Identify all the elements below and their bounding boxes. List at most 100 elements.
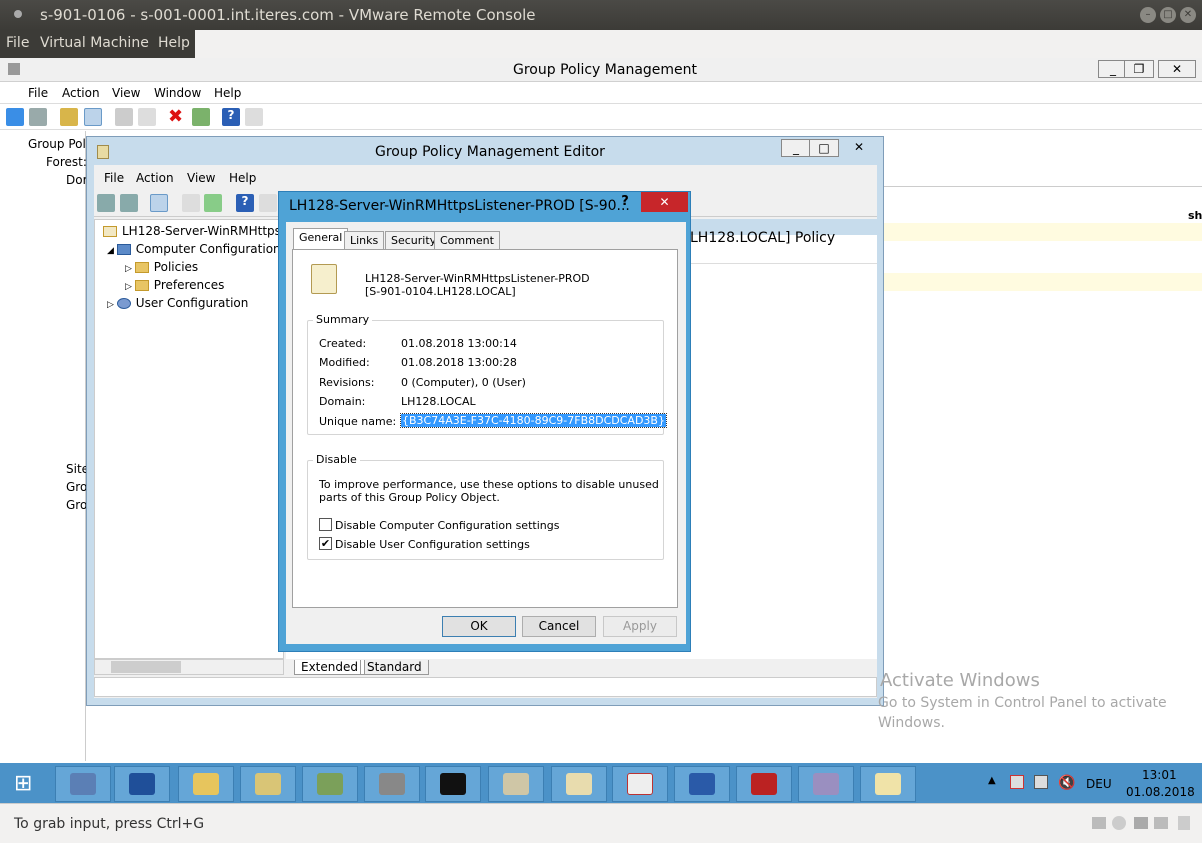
vm-title-bar: s-901-0106 - s-001-0001.int.iteres.com -… xyxy=(0,0,1202,30)
view-icon[interactable] xyxy=(259,194,277,212)
editor-view-tabs: Extended Standard xyxy=(290,659,430,677)
cd-icon[interactable] xyxy=(1112,816,1126,830)
gpo-name: LH128-Server-WinRMHttpsListener-PROD xyxy=(365,272,590,285)
vm-menu-help[interactable]: Help xyxy=(158,35,190,51)
tree-item-group-1[interactable]: Gro xyxy=(66,480,87,494)
language-indicator[interactable]: DEU xyxy=(1086,777,1112,791)
tab-standard[interactable]: Standard xyxy=(360,660,429,675)
tab-extended[interactable]: Extended xyxy=(294,660,365,675)
network-icon[interactable] xyxy=(1010,775,1024,789)
editor-menu-help[interactable]: Help xyxy=(229,171,256,185)
dialog-help-button[interactable]: ? xyxy=(610,192,640,212)
back-arrow-icon[interactable] xyxy=(6,108,24,126)
help-icon[interactable]: ? xyxy=(222,108,240,126)
close-icon[interactable]: ✕ xyxy=(1180,7,1196,23)
editor-menubar: File Action View Help xyxy=(94,165,877,189)
collapse-arrow-icon[interactable]: ▷ xyxy=(125,264,135,274)
taskbar-explorer[interactable] xyxy=(178,766,234,802)
show-tree-icon[interactable] xyxy=(84,108,102,126)
app-icon xyxy=(813,773,839,795)
tab-comment[interactable]: Comment xyxy=(434,231,500,250)
tree-root-gpo[interactable]: LH128-Server-WinRMHttpsList xyxy=(103,224,302,238)
apply-button[interactable]: Apply xyxy=(603,616,677,637)
hdd-icon[interactable] xyxy=(1092,817,1106,829)
usb-icon[interactable] xyxy=(1178,816,1190,830)
properties-icon[interactable] xyxy=(245,108,263,126)
forward-arrow-icon[interactable] xyxy=(29,108,47,126)
taskbar-app-12[interactable] xyxy=(736,766,792,802)
editor-menu-view[interactable]: View xyxy=(187,171,215,185)
taskbar-app-5[interactable] xyxy=(302,766,358,802)
gpm-menu-file[interactable]: File xyxy=(28,86,48,100)
taskbar-app-14[interactable] xyxy=(860,766,916,802)
properties-icon[interactable] xyxy=(182,194,200,212)
minimize-icon[interactable]: – xyxy=(1140,7,1156,23)
tab-links[interactable]: Links xyxy=(344,231,385,250)
tree-item-policies[interactable]: ▷ Policies xyxy=(125,260,198,274)
tree-item-forest[interactable]: Forest: xyxy=(46,155,87,169)
gpm-menu-help[interactable]: Help xyxy=(214,86,241,100)
gpm-menu-window[interactable]: Window xyxy=(154,86,201,100)
taskbar-powershell[interactable] xyxy=(114,766,170,802)
volume-muted-icon[interactable]: 🔇 xyxy=(1058,775,1075,791)
tree-horizontal-scrollbar[interactable] xyxy=(94,659,284,675)
copy-icon[interactable] xyxy=(115,108,133,126)
taskbar-app-4[interactable] xyxy=(240,766,296,802)
unique-name-value[interactable]: {B3C74A3E-F37C-4180-89C9-7FB8DCDCAD3B} xyxy=(400,413,667,428)
tab-general[interactable]: General xyxy=(293,228,349,250)
expand-arrow-icon[interactable]: ◢ xyxy=(107,246,117,256)
tree-item-preferences[interactable]: ▷ Preferences xyxy=(125,278,224,292)
taskbar-app-11[interactable] xyxy=(674,766,730,802)
network-adapter-icon[interactable] xyxy=(1154,817,1168,829)
taskbar-app-9[interactable] xyxy=(551,766,607,802)
taskbar-app-8[interactable] xyxy=(488,766,544,802)
clock-time[interactable]: 13:01 xyxy=(1142,768,1177,782)
gpm-menu-action[interactable]: Action xyxy=(62,86,100,100)
forward-arrow-icon[interactable] xyxy=(120,194,138,212)
paste-icon[interactable] xyxy=(138,108,156,126)
gpm-menu-view[interactable]: View xyxy=(112,86,140,100)
ok-button[interactable]: OK xyxy=(442,616,516,637)
delete-icon[interactable]: ✖ xyxy=(168,108,186,126)
up-folder-icon[interactable] xyxy=(60,108,78,126)
tray-chevron-icon[interactable]: ▲ xyxy=(988,775,996,786)
start-icon[interactable]: ⊞ xyxy=(14,771,40,797)
gpm-restore-button[interactable]: ❐ xyxy=(1124,60,1154,78)
taskbar-server-manager[interactable] xyxy=(55,766,111,802)
disable-computer-label[interactable]: Disable Computer Configuration settings xyxy=(335,519,559,532)
editor-minimize-button[interactable]: _ xyxy=(781,139,811,157)
tree-item-user-configuration[interactable]: ▷ User Configuration xyxy=(107,296,248,310)
vm-menu-file[interactable]: File xyxy=(6,35,29,51)
vm-menu-virtual-machine[interactable]: Virtual Machine xyxy=(40,35,149,51)
tree-item-group-2[interactable]: Gro xyxy=(66,498,87,512)
editor-menu-file[interactable]: File xyxy=(104,171,124,185)
help-icon[interactable]: ? xyxy=(236,194,254,212)
refresh-icon[interactable] xyxy=(192,108,210,126)
taskbar-app-10[interactable] xyxy=(612,766,668,802)
floppy-icon[interactable] xyxy=(1134,817,1148,829)
collapse-arrow-icon[interactable]: ▷ xyxy=(107,300,117,310)
dialog-close-button[interactable]: ✕ xyxy=(641,192,688,212)
maximize-icon[interactable]: □ xyxy=(1160,7,1176,23)
scrollbar-thumb[interactable] xyxy=(111,661,181,673)
export-icon[interactable] xyxy=(204,194,222,212)
cancel-button[interactable]: Cancel xyxy=(522,616,596,637)
gpo-domain: [S-901-0104.LH128.LOCAL] xyxy=(365,285,516,298)
clock-date[interactable]: 01.08.2018 xyxy=(1126,785,1195,799)
editor-menu-action[interactable]: Action xyxy=(136,171,174,185)
tree-item-computer-configuration[interactable]: ◢ Computer Configuration xyxy=(107,242,281,256)
gpm-close-button[interactable]: ✕ xyxy=(1158,60,1196,78)
collapse-arrow-icon[interactable]: ▷ xyxy=(125,282,135,292)
taskbar-cmd[interactable] xyxy=(425,766,481,802)
server-manager-tray-icon[interactable] xyxy=(1034,775,1048,789)
disable-user-checkbox[interactable]: ✔ xyxy=(319,537,332,550)
disable-user-label[interactable]: Disable User Configuration settings xyxy=(335,538,530,551)
back-arrow-icon[interactable] xyxy=(97,194,115,212)
taskbar-app-13[interactable] xyxy=(798,766,854,802)
taskbar-app-6[interactable] xyxy=(364,766,420,802)
disable-computer-checkbox[interactable] xyxy=(319,518,332,531)
editor-close-button[interactable]: ✕ xyxy=(839,139,879,157)
editor-maximize-button[interactable]: □ xyxy=(809,139,839,157)
tree-item-domains[interactable]: Dor xyxy=(66,173,88,187)
show-tree-icon[interactable] xyxy=(150,194,168,212)
